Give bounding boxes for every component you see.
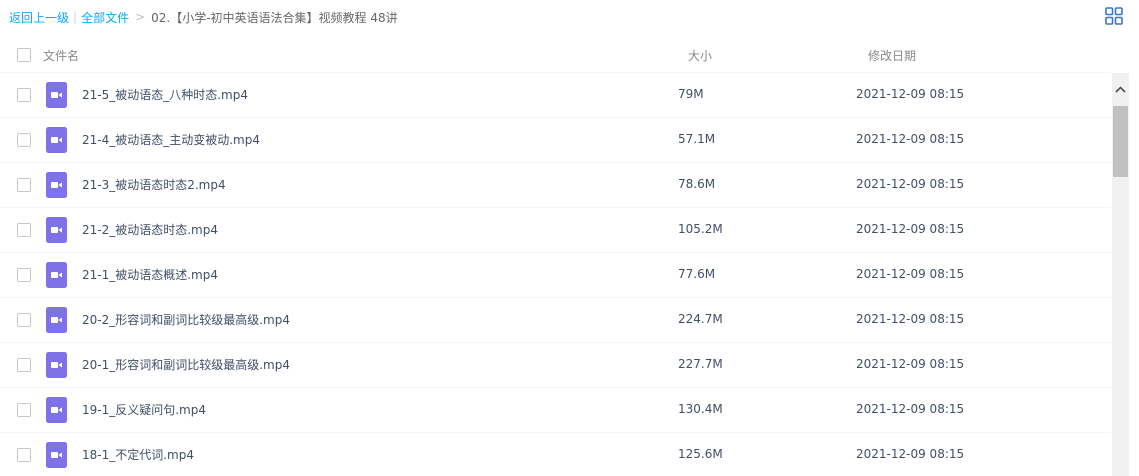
file-name[interactable]: 19-1_反义疑问句.mp4 (82, 401, 206, 418)
file-name[interactable]: 21-4_被动语态_主动变被动.mp4 (82, 131, 260, 148)
video-file-icon (46, 397, 67, 423)
file-name[interactable]: 21-2_被动语态时态.mp4 (82, 221, 218, 238)
video-file-icon (46, 442, 67, 468)
file-name[interactable]: 20-2_形容词和副词比较级最高级.mp4 (82, 311, 290, 328)
file-size: 77.6M (678, 267, 716, 281)
file-row[interactable]: 21-3_被动语态时态2.mp4 78.6M 2021-12-09 08:15 (0, 163, 1111, 208)
file-name[interactable]: 20-1_形容词和副词比较级最高级.mp4 (82, 356, 290, 373)
file-size: 79M (678, 87, 704, 101)
vertical-scrollbar[interactable] (1112, 73, 1129, 476)
file-row[interactable]: 21-1_被动语态概述.mp4 77.6M 2021-12-09 08:15 (0, 253, 1111, 298)
row-checkbox[interactable] (17, 268, 31, 282)
file-modified-date: 2021-12-09 08:15 (856, 402, 965, 416)
video-file-icon (46, 217, 67, 243)
file-modified-date: 2021-12-09 08:15 (856, 312, 965, 326)
file-modified-date: 2021-12-09 08:15 (856, 132, 965, 146)
file-size: 57.1M (678, 132, 716, 146)
row-checkbox[interactable] (17, 313, 31, 327)
all-files-link[interactable]: 全部文件 (81, 9, 129, 26)
video-file-icon (46, 82, 67, 108)
file-size: 105.2M (678, 222, 723, 236)
video-file-icon (46, 307, 67, 333)
file-size: 227.7M (678, 357, 723, 371)
select-all-checkbox[interactable] (17, 48, 31, 62)
file-list: 21-5_被动语态_八种时态.mp4 79M 2021-12-09 08:15 … (0, 73, 1111, 476)
file-name[interactable]: 21-1_被动语态概述.mp4 (82, 266, 218, 283)
video-file-icon (46, 127, 67, 153)
file-name[interactable]: 21-3_被动语态时态2.mp4 (82, 176, 226, 193)
file-row[interactable]: 19-1_反义疑问句.mp4 130.4M 2021-12-09 08:15 (0, 388, 1111, 433)
file-row[interactable]: 20-2_形容词和副词比较级最高级.mp4 224.7M 2021-12-09 … (0, 298, 1111, 343)
row-checkbox[interactable] (17, 133, 31, 147)
file-size: 78.6M (678, 177, 716, 191)
file-row[interactable]: 21-4_被动语态_主动变被动.mp4 57.1M 2021-12-09 08:… (0, 118, 1111, 163)
file-size: 125.6M (678, 447, 723, 461)
back-link[interactable]: 返回上一级 (9, 9, 69, 26)
column-header-modified[interactable]: 修改日期 (868, 47, 916, 64)
column-header-name[interactable]: 文件名 (43, 47, 79, 64)
row-checkbox[interactable] (17, 448, 31, 462)
file-row[interactable]: 20-1_形容词和副词比较级最高级.mp4 227.7M 2021-12-09 … (0, 343, 1111, 388)
row-checkbox[interactable] (17, 88, 31, 102)
breadcrumb-separator: | (73, 10, 78, 24)
scroll-up-icon[interactable] (1112, 73, 1129, 106)
file-modified-date: 2021-12-09 08:15 (856, 447, 965, 461)
video-file-icon (46, 172, 67, 198)
file-name[interactable]: 18-1_不定代词.mp4 (82, 446, 194, 463)
row-checkbox[interactable] (17, 178, 31, 192)
file-row[interactable]: 21-2_被动语态时态.mp4 105.2M 2021-12-09 08:15 (0, 208, 1111, 253)
file-name[interactable]: 21-5_被动语态_八种时态.mp4 (82, 86, 248, 103)
file-modified-date: 2021-12-09 08:15 (856, 222, 965, 236)
video-file-icon (46, 262, 67, 288)
breadcrumb: 返回上一级 | 全部文件 > 02.【小学-初中英语语法合集】视频教程 48讲 (9, 8, 398, 26)
row-checkbox[interactable] (17, 403, 31, 417)
breadcrumb-separator: > (135, 10, 146, 24)
file-row[interactable]: 18-1_不定代词.mp4 125.6M 2021-12-09 08:15 (0, 433, 1111, 476)
video-file-icon (46, 352, 67, 378)
file-list-header: 文件名 大小 修改日期 (0, 36, 1111, 73)
column-header-size[interactable]: 大小 (688, 47, 712, 64)
current-folder-name: 02.【小学-初中英语语法合集】视频教程 48讲 (151, 10, 398, 25)
grid-view-icon[interactable] (1105, 7, 1123, 25)
file-modified-date: 2021-12-09 08:15 (856, 177, 965, 191)
row-checkbox[interactable] (17, 358, 31, 372)
scrollbar-thumb[interactable] (1113, 106, 1128, 177)
file-modified-date: 2021-12-09 08:15 (856, 87, 965, 101)
row-checkbox[interactable] (17, 223, 31, 237)
file-size: 130.4M (678, 402, 723, 416)
file-modified-date: 2021-12-09 08:15 (856, 267, 965, 281)
file-size: 224.7M (678, 312, 723, 326)
file-row[interactable]: 21-5_被动语态_八种时态.mp4 79M 2021-12-09 08:15 (0, 73, 1111, 118)
file-modified-date: 2021-12-09 08:15 (856, 357, 965, 371)
